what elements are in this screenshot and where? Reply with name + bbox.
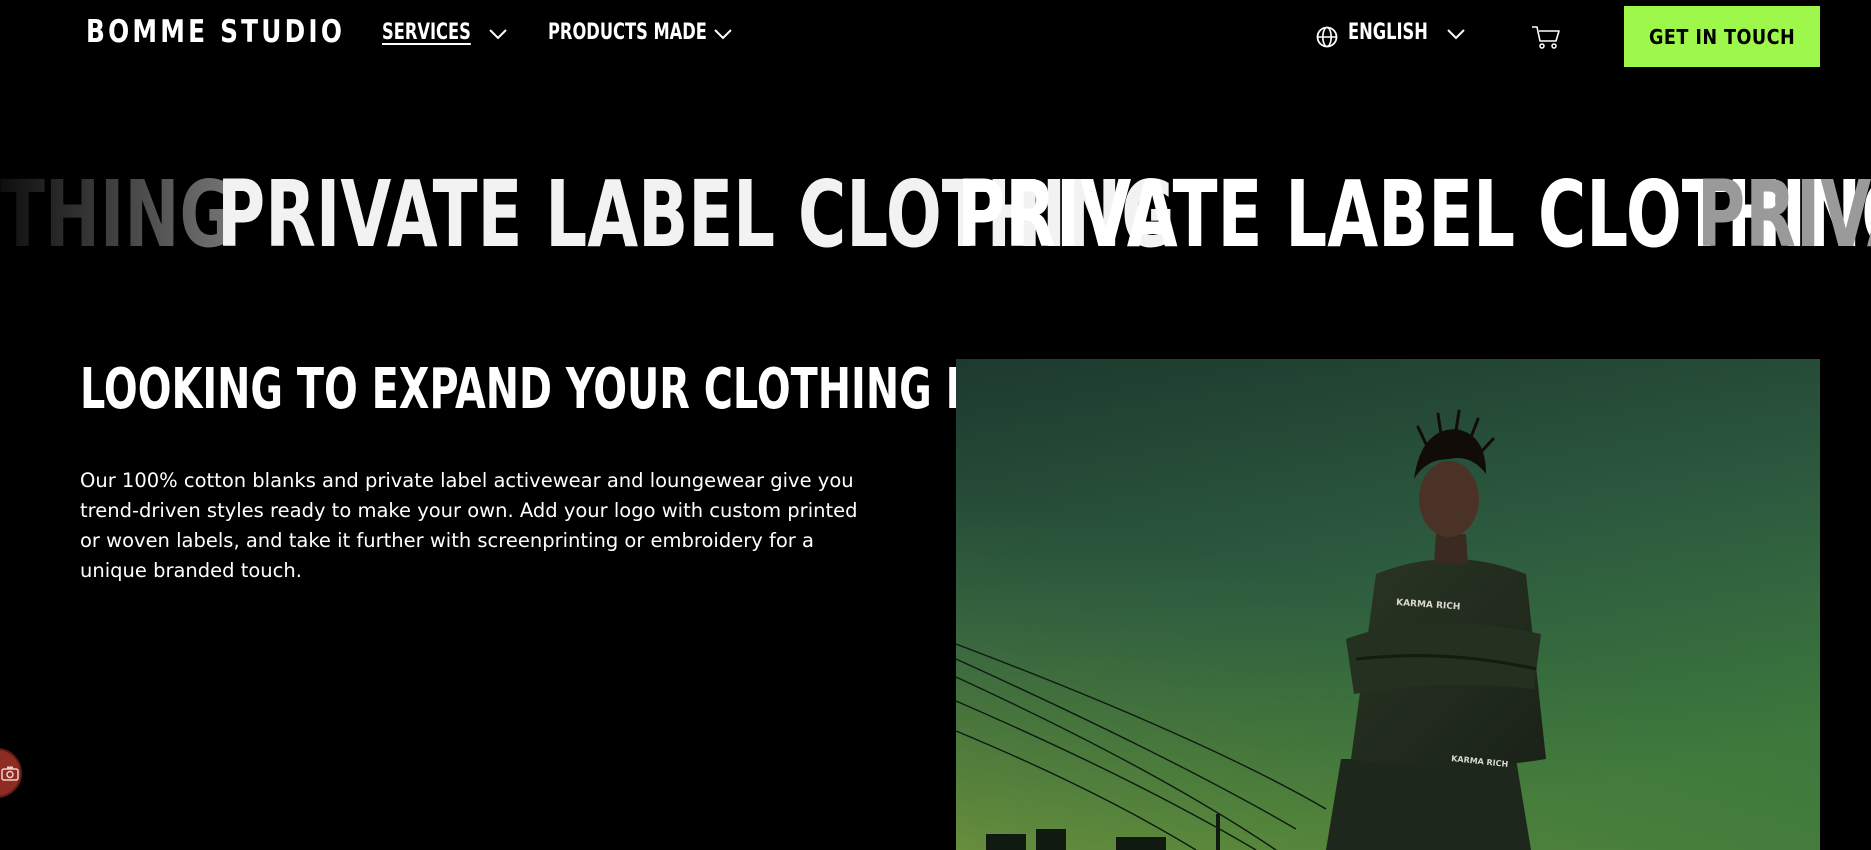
chevron-down-icon[interactable] bbox=[714, 28, 732, 40]
body-line: or woven labels, and take it further wit… bbox=[80, 529, 814, 552]
globe-icon[interactable] bbox=[1316, 26, 1338, 48]
section-body: Our 100% cotton blanks and private label… bbox=[80, 466, 880, 586]
chevron-down-icon[interactable] bbox=[489, 28, 507, 40]
nav-services-label[interactable]: SERVICES bbox=[382, 20, 471, 45]
chevron-down-icon[interactable] bbox=[1447, 28, 1465, 40]
brand-logo[interactable]: BOMME STUDIO bbox=[86, 14, 345, 50]
floating-camera-widget[interactable] bbox=[0, 748, 22, 798]
get-in-touch-button[interactable]: GET IN TOUCH bbox=[1624, 6, 1820, 67]
nav-services[interactable]: SERVICES bbox=[382, 20, 502, 45]
camera-icon bbox=[1, 766, 19, 781]
language-label[interactable]: ENGLISH bbox=[1348, 20, 1428, 45]
hero-photo: KARMA RICH KARMA RICH bbox=[956, 359, 1820, 850]
cart-icon[interactable] bbox=[1531, 24, 1561, 50]
body-line: trend-driven styles ready to make your o… bbox=[80, 499, 858, 522]
body-line: Our 100% cotton blanks and private label… bbox=[80, 469, 854, 492]
scrolling-marquee: THING PRIVATE LABEL CLOTHING PRIVATE LAB… bbox=[0, 160, 1871, 270]
nav-products-made-label[interactable]: PRODUCTS MADE bbox=[548, 20, 707, 45]
body-line: unique branded touch. bbox=[80, 559, 302, 582]
section-headline: LOOKING TO EXPAND YOUR CLOTHING LINE? bbox=[80, 357, 1070, 422]
marquee-partial-right: PRIVAT bbox=[1697, 161, 1871, 268]
get-in-touch-label[interactable]: GET IN TOUCH bbox=[1649, 25, 1795, 49]
language-selector[interactable]: ENGLISH bbox=[1348, 20, 1456, 45]
site-header: BOMME STUDIO SERVICES PRODUCTS MADE ENGL… bbox=[0, 0, 1871, 72]
marquee-partial-left: THING bbox=[0, 161, 234, 268]
